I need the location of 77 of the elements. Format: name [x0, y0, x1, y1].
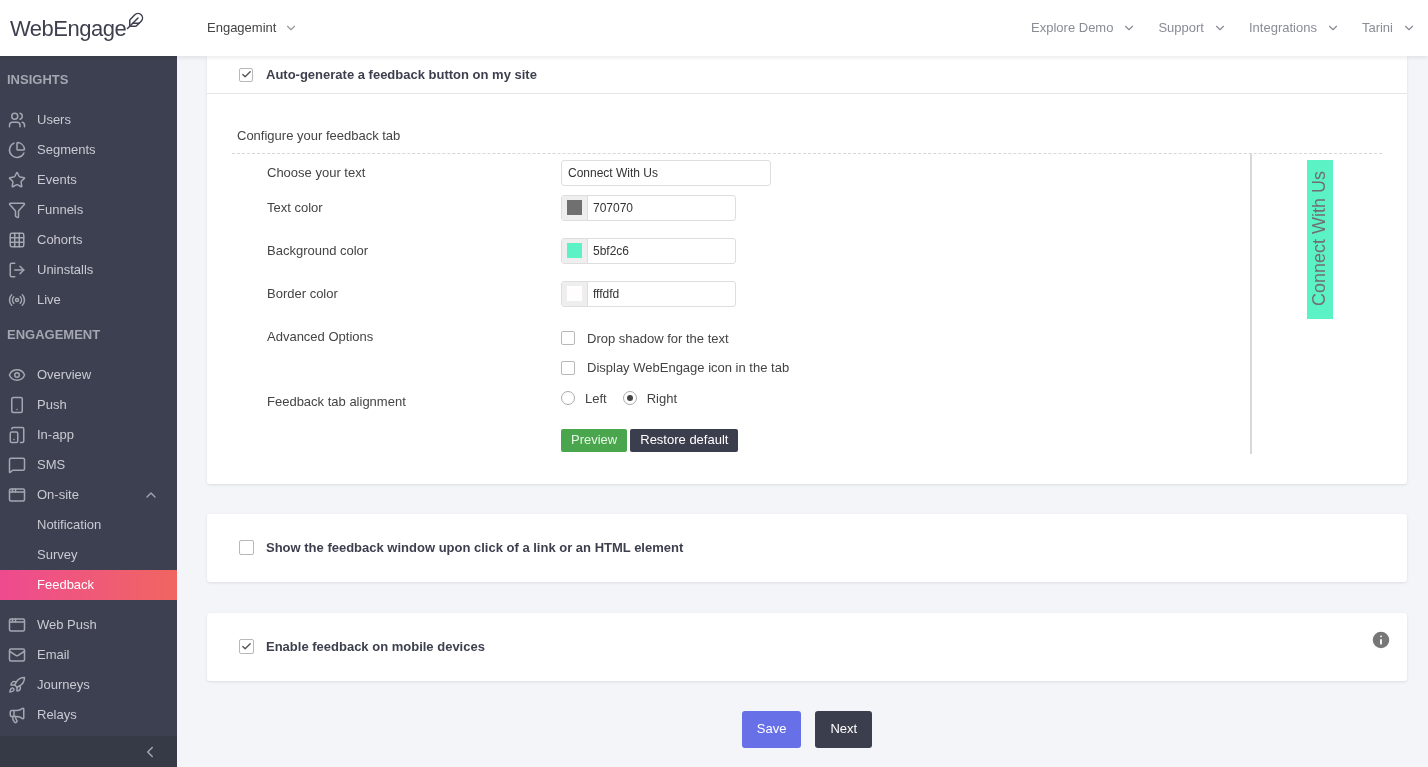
sidebar-item[interactable]: Web Push: [0, 610, 177, 640]
nav-menu[interactable]: Integrations: [1249, 18, 1340, 38]
sidebar-item[interactable]: Push: [0, 390, 177, 420]
color-field[interactable]: 5bf2c6: [561, 237, 736, 264]
sidebar-subitem[interactable]: Notification: [0, 510, 177, 540]
grid-icon: [8, 231, 26, 249]
sidebar-item[interactable]: Uninstalls: [0, 255, 177, 285]
info-icon[interactable]: [1370, 628, 1392, 651]
field-label: Feedback tab alignment: [267, 393, 406, 409]
phone-icon: [8, 396, 26, 414]
nav-menu[interactable]: Support: [1158, 18, 1227, 38]
sidebar-item[interactable]: Journeys: [0, 670, 177, 700]
feedback-tab-preview[interactable]: Connect With Us: [1306, 159, 1333, 319]
option-label: Auto-generate a feedback button on my site: [266, 65, 538, 84]
radio-label: Right: [646, 389, 678, 408]
eye-icon: [8, 366, 26, 384]
broadcast-icon: [8, 291, 26, 309]
color-swatch[interactable]: [567, 243, 582, 258]
color-field[interactable]: 707070: [561, 194, 736, 221]
users-icon: [8, 111, 26, 129]
sidebar-item[interactable]: Users: [0, 105, 177, 135]
funnel-icon: [8, 201, 26, 219]
save-button[interactable]: Save: [741, 710, 802, 748]
checkbox[interactable]: [239, 67, 253, 82]
option-label: Show the feedback window upon click of a link or an HTML element: [266, 538, 684, 557]
color-field[interactable]: fffdfd: [561, 280, 736, 307]
mail-icon: [8, 646, 26, 664]
section-title: Configure your feedback tab: [236, 127, 402, 145]
sidebar-item[interactable]: Live: [0, 285, 177, 315]
radio-button[interactable]: [561, 391, 575, 406]
sidebar-item[interactable]: Email: [0, 640, 177, 670]
option-label: Enable feedback on mobile devices: [266, 637, 486, 656]
section-heading: ENGAGEMENT: [6, 326, 102, 344]
nav-menu[interactable]: Tarini: [1361, 18, 1416, 38]
check-icon: [241, 641, 252, 652]
restore-default-button[interactable]: Restore default: [630, 428, 739, 452]
project-dropdown[interactable]: Engagemint: [207, 18, 299, 38]
check-icon: [240, 69, 252, 80]
field-label: Border color: [267, 285, 338, 301]
field-label: Choose your text: [267, 164, 366, 180]
section-heading: INSIGHTS: [6, 71, 70, 89]
field-label: Advanced Options: [267, 328, 374, 344]
radio-label: Left: [585, 389, 607, 408]
text-input-field[interactable]: Connect With Us: [561, 159, 771, 186]
logo[interactable]: WebEngage: [10, 11, 127, 45]
sidebar-item[interactable]: Funnels: [0, 195, 177, 225]
field-label: Text color: [267, 199, 323, 215]
window-icon: [8, 486, 26, 504]
color-swatch[interactable]: [567, 200, 582, 215]
sidebar-item[interactable]: In-app: [0, 420, 177, 450]
sidebar-subitem[interactable]: Survey: [0, 540, 177, 570]
sidebar-item[interactable]: On-site: [0, 480, 177, 510]
sidebar-subitem[interactable]: Feedback: [0, 570, 177, 600]
megaphone-icon: [8, 706, 26, 724]
field-label: Background color: [267, 242, 369, 258]
checkbox[interactable]: [239, 540, 254, 555]
checkbox[interactable]: [561, 331, 575, 346]
sidebar-item[interactable]: Relays: [0, 700, 177, 730]
window-icon: [8, 616, 26, 634]
option-label: Drop shadow for the text: [587, 329, 729, 348]
nav-menu[interactable]: Explore Demo: [1031, 18, 1137, 38]
checkbox[interactable]: [561, 360, 575, 375]
pie-chart-icon: [8, 141, 26, 159]
sidebar-item[interactable]: SMS: [0, 450, 177, 480]
tablet-icon: [8, 426, 26, 444]
next-button[interactable]: Next: [815, 710, 873, 748]
sidebar-item[interactable]: Events: [0, 165, 177, 195]
option-label: Display WebEngage icon in the tab: [587, 359, 790, 377]
sidebar-item[interactable]: Cohorts: [0, 225, 177, 255]
star-icon: [8, 171, 26, 189]
exit-icon: [8, 261, 26, 279]
chat-icon: [8, 456, 26, 474]
rocket-icon: [8, 676, 26, 694]
radio-button[interactable]: [622, 391, 637, 406]
checkbox[interactable]: [239, 639, 254, 654]
sidebar-item[interactable]: Segments: [0, 135, 177, 165]
sidebar-item[interactable]: Overview: [0, 360, 177, 390]
